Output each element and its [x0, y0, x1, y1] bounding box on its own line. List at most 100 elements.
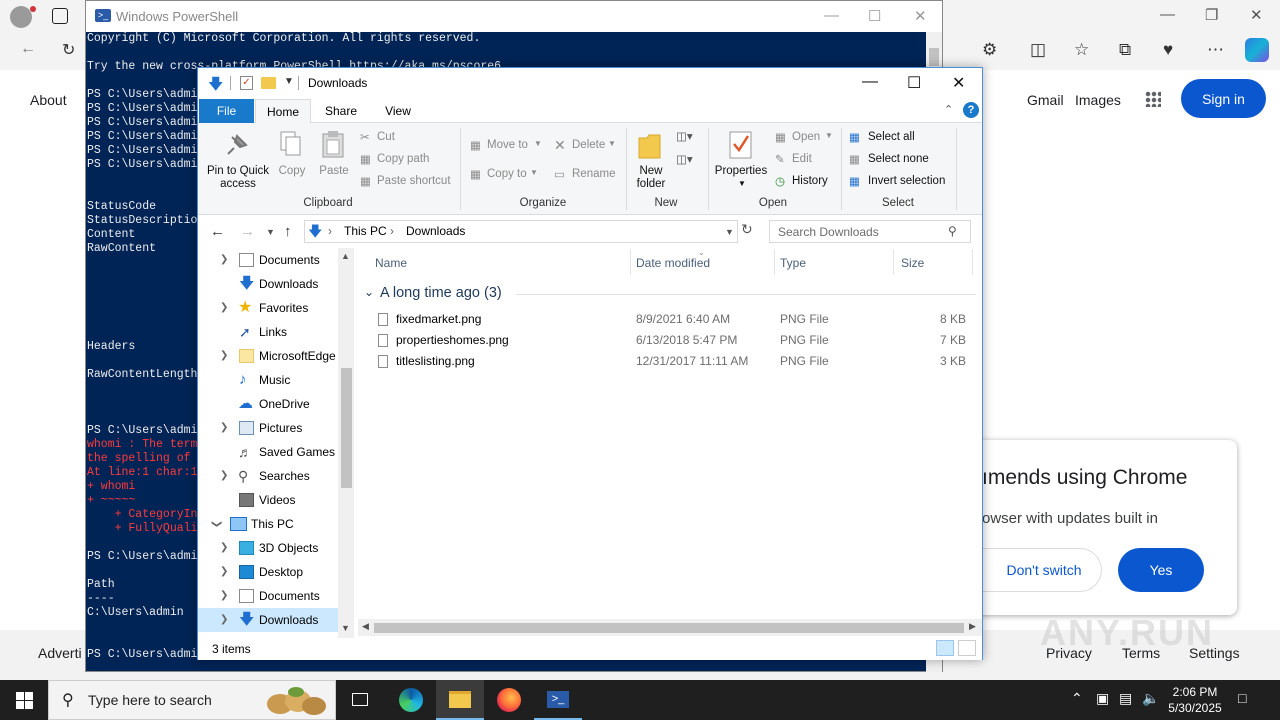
nav-item-music[interactable]: ♪ Music [198, 368, 338, 392]
column-divider[interactable] [972, 249, 973, 275]
cut-button[interactable]: Cut [377, 131, 395, 143]
tab-file[interactable]: File [199, 99, 254, 123]
nav-scroll-thumb[interactable] [341, 368, 352, 488]
yes-button[interactable]: Yes [1118, 548, 1204, 592]
about-link[interactable]: About [30, 92, 67, 108]
column-divider[interactable] [893, 249, 894, 275]
expand-chevron-icon[interactable]: ❯ [220, 584, 228, 608]
favorites-icon[interactable]: ☆ [1074, 40, 1089, 60]
gmail-link[interactable]: Gmail [1027, 92, 1064, 108]
explorer-maximize-icon[interactable]: ☐ [907, 73, 921, 93]
column-divider[interactable] [774, 249, 775, 275]
tab-view[interactable]: View [373, 99, 423, 123]
qat-new-folder-icon[interactable] [261, 77, 276, 89]
nav-item-saved-games[interactable]: ♬ Saved Games [198, 440, 338, 464]
nav-item-videos[interactable]: Videos [198, 488, 338, 512]
scroll-down-icon[interactable]: ▼ [341, 623, 350, 633]
nav-item-this-pc[interactable]: ❯ This PC [198, 512, 338, 536]
column-divider[interactable] [630, 249, 631, 275]
scroll-right-icon[interactable]: ▶ [969, 621, 976, 632]
nav-item-links[interactable]: ➚ Links [198, 320, 338, 344]
nav-item-pictures[interactable]: ❯ Pictures [198, 416, 338, 440]
new-folder-button[interactable]: New folder [632, 165, 670, 191]
expand-chevron-icon[interactable]: ❯ [220, 536, 228, 560]
nav-item-3d-objects[interactable]: ❯ 3D Objects [198, 536, 338, 560]
move-to-dropdown-icon[interactable]: ▼ [534, 139, 542, 148]
expand-chevron-icon[interactable]: ❯ [220, 296, 228, 320]
select-all-button[interactable]: Select all [868, 131, 915, 143]
volume-icon[interactable]: 🔈 [1142, 690, 1159, 707]
explorer-close-icon[interactable]: ✕ [952, 73, 965, 93]
task-view-icon[interactable] [336, 680, 384, 720]
breadcrumb-separator-icon[interactable]: › [390, 224, 394, 238]
delete-dropdown-icon[interactable]: ▼ [608, 139, 616, 148]
nav-item-documents[interactable]: ❯ Documents [198, 248, 338, 272]
column-type[interactable]: Type [780, 256, 806, 270]
profile-icon[interactable] [10, 6, 32, 28]
expand-chevron-icon[interactable]: ❯ [220, 344, 228, 368]
expand-chevron-icon[interactable]: ❯ [220, 560, 228, 584]
address-dropdown-icon[interactable]: ▼ [725, 227, 734, 237]
help-icon[interactable]: ? [963, 102, 979, 118]
browser-close-icon[interactable]: ✕ [1250, 6, 1263, 24]
details-view-icon[interactable] [936, 640, 954, 656]
qat-customize-icon[interactable]: ▼ [284, 76, 294, 87]
nav-item-onedrive[interactable]: ☁ OneDrive [198, 392, 338, 416]
open-dropdown-icon[interactable]: ▼ [825, 131, 833, 140]
ps-scroll-thumb[interactable] [929, 48, 939, 66]
search-icon[interactable]: ⚲ [948, 224, 957, 238]
ps-close-icon[interactable]: ✕ [914, 7, 927, 25]
large-icons-view-icon[interactable] [958, 640, 976, 656]
nav-item-downloads[interactable]: 🡇 Downloads [198, 272, 338, 296]
file-row[interactable]: fixedmarket.png 8/9/2021 6:40 AM PNG Fil… [373, 309, 973, 330]
properties-button[interactable]: Properties [713, 165, 769, 178]
delete-button[interactable]: Delete [572, 139, 605, 151]
file-row[interactable]: propertieshomes.png 6/13/2018 5:47 PM PN… [373, 330, 973, 351]
split-screen-icon[interactable]: ◫ [1030, 40, 1046, 60]
column-date-modified[interactable]: Date modified [636, 256, 710, 270]
easy-access-icon[interactable]: ◫▾ [676, 152, 693, 166]
column-size[interactable]: Size [901, 256, 924, 270]
group-collapse-icon[interactable]: ⌄ [364, 285, 374, 299]
windows-start-icon[interactable] [16, 692, 33, 709]
file-row[interactable]: titleslisting.png 12/31/2017 11:11 AM PN… [373, 351, 973, 372]
network-icon[interactable]: ▤ [1119, 690, 1132, 707]
copilot-icon[interactable] [1245, 38, 1269, 62]
collapse-ribbon-icon[interactable]: ⌃ [944, 103, 953, 116]
up-icon[interactable]: ↑ [284, 223, 292, 240]
browser-restore-icon[interactable]: ❐ [1205, 6, 1218, 24]
nav-item-downloads-pc[interactable]: ❯ 🡇 Downloads [198, 608, 338, 632]
edit-button[interactable]: Edit [792, 153, 812, 165]
nav-item-microsoftedge[interactable]: ❯ MicrosoftEdge [198, 344, 338, 368]
search-highlight-icon[interactable] [262, 684, 332, 718]
new-item-icon[interactable]: ◫▾ [676, 129, 693, 143]
copy-button[interactable]: Copy [276, 165, 308, 178]
scroll-up-icon[interactable]: ▲ [341, 251, 350, 261]
advertising-link[interactable]: Adverti [38, 645, 82, 661]
tab-actions-icon[interactable] [52, 8, 68, 24]
copy-path-button[interactable]: Copy path [377, 153, 429, 165]
expand-chevron-icon[interactable]: ❯ [220, 248, 228, 272]
apps-grid-icon[interactable] [1145, 91, 1161, 107]
explorer-minimize-icon[interactable]: — [862, 73, 878, 91]
horizontal-scroll-thumb[interactable] [374, 623, 964, 633]
scroll-left-icon[interactable]: ◀ [362, 621, 369, 632]
file-explorer-taskbar-icon[interactable] [436, 680, 484, 720]
ps-minimize-icon[interactable]: — [824, 7, 839, 24]
forward-icon[interactable]: → [240, 223, 255, 240]
copy-to-dropdown-icon[interactable]: ▼ [530, 168, 538, 177]
expand-chevron-icon[interactable]: ❯ [220, 464, 228, 488]
refresh-icon[interactable]: ↻ [62, 40, 75, 60]
paste-shortcut-button[interactable]: Paste shortcut [377, 175, 451, 187]
browser-minimize-icon[interactable]: — [1160, 6, 1175, 23]
breadcrumb-downloads[interactable]: Downloads [406, 224, 465, 238]
move-to-button[interactable]: Move to [487, 139, 528, 151]
back-icon[interactable]: ← [20, 40, 36, 58]
group-header[interactable]: A long time ago (3) [380, 285, 502, 301]
tab-share[interactable]: Share [316, 99, 366, 123]
invert-selection-button[interactable]: Invert selection [868, 175, 945, 187]
performance-icon[interactable]: ♥ [1163, 40, 1173, 60]
clock[interactable]: 2:06 PM 5/30/2025 [1160, 684, 1230, 716]
show-hidden-icons-icon[interactable]: ⌃ [1071, 690, 1083, 707]
copy-to-button[interactable]: Copy to [487, 168, 527, 180]
